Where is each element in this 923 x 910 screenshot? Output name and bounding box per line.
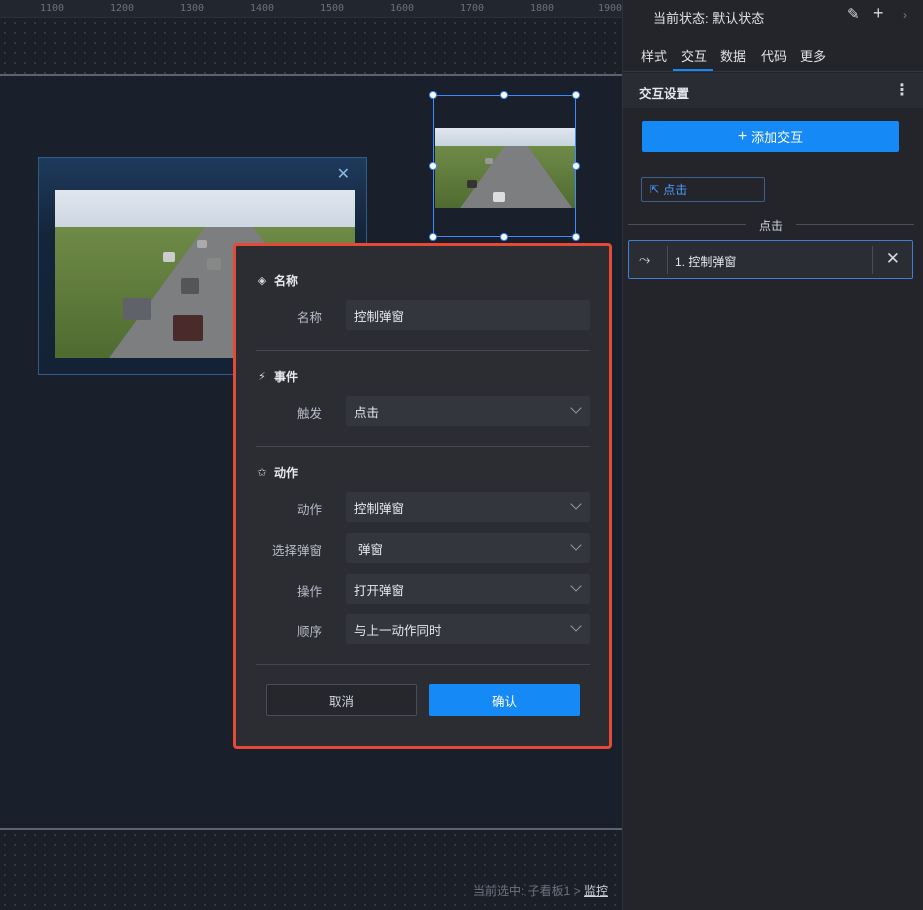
lightning-icon: ⚡ bbox=[258, 371, 266, 383]
panel-tabs: 样式 交互 数据 代码 更多 bbox=[623, 34, 923, 72]
chevron-down-icon bbox=[570, 580, 582, 592]
ruler-tick: 1900 bbox=[598, 3, 622, 14]
ruler-tick: 1200 bbox=[110, 3, 135, 14]
more-vertical-icon[interactable]: ⋮ bbox=[894, 80, 910, 100]
ruler-tick: 1400 bbox=[250, 3, 275, 14]
action-list-item[interactable]: ⤳ 1. 控制弹窗 ✕ bbox=[628, 240, 913, 279]
breadcrumb-current[interactable]: 监控 bbox=[584, 884, 608, 898]
section-event-title: ⚡ 事件 bbox=[256, 368, 298, 385]
order-label: 顺序 bbox=[296, 625, 322, 639]
plus-icon: + bbox=[737, 127, 748, 145]
tab-data[interactable]: 数据 bbox=[720, 46, 746, 65]
divider bbox=[256, 664, 590, 665]
star-icon: ✩ bbox=[257, 467, 267, 479]
select-popup-label: 选择弹窗 bbox=[271, 544, 322, 558]
resize-handle[interactable] bbox=[572, 162, 580, 170]
plus-icon[interactable]: + bbox=[873, 3, 884, 24]
ruler-tick: 1100 bbox=[40, 3, 65, 14]
chevron-down-icon bbox=[570, 402, 582, 414]
breadcrumb: 当前选中: 子看板1 > 监控 bbox=[473, 882, 608, 899]
name-input[interactable]: 控制弹窗 bbox=[346, 300, 590, 330]
diamond-icon: ◈ bbox=[257, 275, 267, 287]
ruler-tick: 1600 bbox=[390, 3, 415, 14]
operation-label: 操作 bbox=[296, 585, 322, 599]
tab-interaction[interactable]: 交互 bbox=[681, 46, 707, 65]
event-tag-click[interactable]: ⇱ 点击 bbox=[641, 177, 765, 202]
section-action-title: ✩ 动作 bbox=[257, 466, 299, 480]
interaction-dialog: ◈ 名称 名称 控制弹窗 ⚡ 事件 触发 点击 ✩ 动作 动作 控制弹窗 选择弹… bbox=[233, 243, 612, 749]
chevron-down-icon bbox=[570, 498, 582, 510]
selected-image-widget[interactable] bbox=[429, 91, 580, 241]
add-interaction-button[interactable]: + 添加交互 bbox=[642, 121, 899, 152]
operation-select[interactable]: 打开弹窗 bbox=[346, 574, 590, 604]
ruler-tick: 1800 bbox=[530, 3, 555, 14]
canvas-background-top bbox=[0, 18, 622, 74]
event-separator: 点击 bbox=[628, 217, 914, 233]
select-popup-select[interactable]: 弹窗 bbox=[346, 533, 590, 563]
active-tab-indicator bbox=[673, 69, 713, 71]
current-state[interactable]: 当前状态: 默认状态 bbox=[653, 8, 764, 27]
close-icon[interactable]: ✕ bbox=[886, 249, 900, 269]
ruler-tick: 1500 bbox=[320, 3, 345, 14]
trigger-select[interactable]: 点击 bbox=[346, 396, 590, 426]
section-name-title: ◈ 名称 bbox=[257, 274, 299, 288]
cancel-button[interactable]: 取消 bbox=[266, 684, 417, 716]
breadcrumb-prefix: 当前选中: 子看板1 > bbox=[472, 884, 581, 898]
divider bbox=[256, 446, 590, 447]
confirm-button[interactable]: 确认 bbox=[429, 684, 580, 716]
name-label: 名称 bbox=[296, 311, 322, 325]
resize-handle[interactable] bbox=[429, 162, 437, 170]
interaction-settings-header: 交互设置 ⋮ bbox=[623, 73, 923, 108]
branch-arrow-icon: ⤳ bbox=[639, 251, 651, 267]
resize-handle[interactable] bbox=[429, 91, 437, 99]
tab-more[interactable]: 更多 bbox=[800, 46, 826, 65]
action-item-label: 1. 控制弹窗 bbox=[675, 255, 737, 269]
traffic-thumbnail bbox=[435, 128, 575, 208]
chevron-right-icon[interactable]: › bbox=[903, 8, 907, 22]
action-label: 动作 bbox=[296, 503, 322, 517]
trigger-label: 触发 bbox=[296, 407, 322, 421]
resize-handle[interactable] bbox=[429, 233, 437, 241]
ruler-tick: 1300 bbox=[180, 3, 205, 14]
resize-handle[interactable] bbox=[500, 233, 508, 241]
edit-icon[interactable]: ✎ bbox=[847, 5, 860, 23]
properties-panel: 当前状态: 默认状态 ✎ + › 样式 交互 数据 代码 更多 交互设置 ⋮ +… bbox=[622, 0, 923, 910]
chevron-down-icon bbox=[570, 620, 582, 632]
action-select[interactable]: 控制弹窗 bbox=[346, 492, 590, 522]
order-select[interactable]: 与上一动作同时 bbox=[346, 614, 590, 644]
tab-style[interactable]: 样式 bbox=[641, 46, 667, 65]
horizontal-ruler: 1100 1200 1300 1400 1500 1600 1700 1800 … bbox=[0, 0, 622, 18]
chevron-down-icon bbox=[570, 539, 582, 551]
resize-handle[interactable] bbox=[500, 91, 508, 99]
cursor-click-icon: ⇱ bbox=[650, 184, 660, 196]
panel-header: 当前状态: 默认状态 ✎ + › bbox=[623, 0, 923, 32]
divider bbox=[256, 350, 590, 351]
close-icon[interactable]: ✕ bbox=[337, 164, 350, 184]
ruler-tick: 1700 bbox=[460, 3, 485, 14]
resize-handle[interactable] bbox=[572, 91, 580, 99]
section-title: 交互设置 bbox=[639, 87, 690, 101]
tab-code[interactable]: 代码 bbox=[761, 46, 787, 65]
resize-handle[interactable] bbox=[572, 233, 580, 241]
